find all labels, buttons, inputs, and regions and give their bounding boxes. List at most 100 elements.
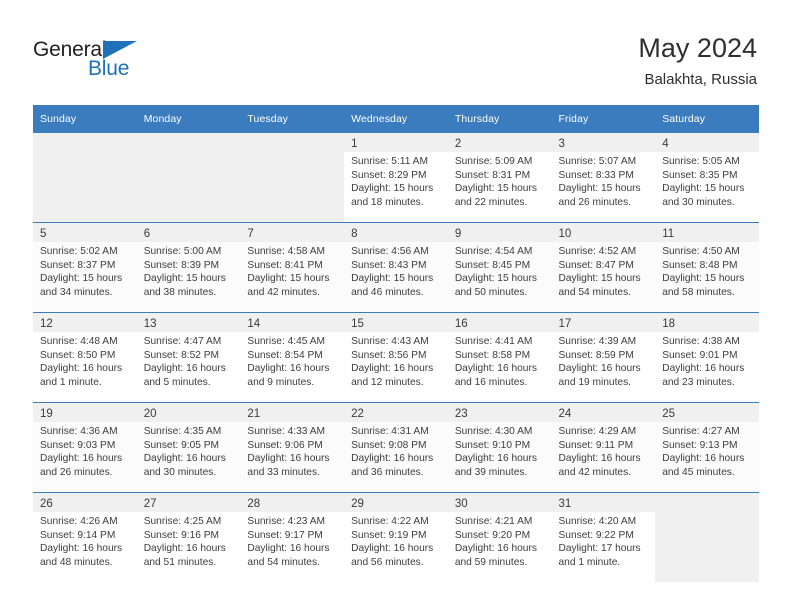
calendar-day-cell[interactable]: 26 Sunrise: 4:26 AM Sunset: 9:14 PM Dayligh… (33, 492, 137, 582)
daylight-text-line1: Daylight: 15 hours (143, 273, 226, 285)
calendar-day-cell[interactable]: 15 Sunrise: 4:43 AM Sunset: 8:56 PM Dayligh… (344, 312, 448, 403)
sunrise-text: Sunrise: 5:00 AM (143, 246, 222, 257)
calendar-day-cell[interactable]: 23 Sunrise: 4:30 AM Sunset: 9:10 PM Dayligh… (447, 402, 552, 493)
day-detail-lines: Sunrise: 4:45 AM Sunset: 8:54 PM Daylight:… (240, 332, 344, 389)
calendar-day-cell[interactable]: 30 Sunrise: 4:21 AM Sunset: 9:20 PM Dayligh… (447, 492, 552, 582)
day-number-band: 15 (344, 313, 448, 332)
day-cell-inner: 13 Sunrise: 4:47 AM Sunset: 8:52 PM Dayligh… (136, 313, 241, 402)
day-cell-inner: 27 Sunrise: 4:25 AM Sunset: 9:16 PM Dayligh… (136, 493, 241, 582)
calendar-day-cell[interactable]: 14 Sunrise: 4:45 AM Sunset: 8:54 PM Dayligh… (240, 312, 345, 403)
sunrise-text: Sunrise: 4:45 AM (247, 336, 325, 347)
calendar-day-cell[interactable]: 1 Sunrise: 5:11 AM Sunset: 8:29 PM Daylight… (344, 132, 448, 223)
daylight-text-line2: and 1 minute. (40, 376, 102, 388)
calendar-day-cell[interactable]: 4 Sunrise: 5:05 AM Sunset: 8:35 PM Daylight… (655, 132, 759, 223)
calendar-day-cell[interactable]: 20 Sunrise: 4:35 AM Sunset: 9:05 PM Dayligh… (136, 402, 241, 493)
sunset-text: Sunset: 8:37 PM (40, 259, 116, 271)
calendar-day-cell[interactable]: 2 Sunrise: 5:09 AM Sunset: 8:31 PM Daylight… (447, 132, 552, 223)
day-cell-inner: 24 Sunrise: 4:29 AM Sunset: 9:11 PM Dayligh… (551, 403, 656, 492)
calendar-day-cell[interactable]: 7 Sunrise: 4:58 AM Sunset: 8:41 PM Daylight… (240, 222, 345, 313)
day-number-band: 28 (240, 493, 345, 512)
page-subtitle: Balakhta, Russia (644, 71, 757, 88)
daylight-text-line1: Daylight: 16 hours (662, 453, 745, 465)
sunrise-text: Sunrise: 4:52 AM (558, 246, 637, 257)
calendar-day-cell[interactable]: 22 Sunrise: 4:31 AM Sunset: 9:08 PM Dayligh… (344, 402, 448, 493)
sunrise-text: Sunrise: 4:50 AM (662, 246, 740, 257)
day-detail-lines: Sunrise: 4:48 AM Sunset: 8:50 PM Daylight:… (33, 332, 137, 389)
daylight-text-line1: Daylight: 15 hours (40, 273, 123, 285)
sunset-text: Sunset: 8:48 PM (662, 259, 738, 271)
calendar-day-cell[interactable]: 11 Sunrise: 4:50 AM Sunset: 8:48 PM Dayligh… (655, 222, 759, 313)
sunrise-text: Sunrise: 4:23 AM (247, 516, 325, 527)
sunrise-text: Sunrise: 4:22 AM (351, 516, 429, 527)
day-number-band: 23 (447, 403, 552, 422)
daylight-text-line2: and 1 minute. (558, 556, 621, 568)
daylight-text-line2: and 18 minutes. (351, 196, 424, 208)
day-cell-inner: 25 Sunrise: 4:27 AM Sunset: 9:13 PM Dayligh… (655, 403, 759, 492)
daylight-text-line1: Daylight: 15 hours (662, 273, 745, 285)
calendar-day-cell[interactable]: 18 Sunrise: 4:38 AM Sunset: 9:01 PM Dayligh… (655, 312, 759, 403)
daylight-text-line1: Daylight: 16 hours (143, 543, 226, 555)
day-detail-lines: Sunrise: 4:31 AM Sunset: 9:08 PM Daylight:… (344, 422, 448, 479)
daylight-text-line2: and 33 minutes. (247, 466, 320, 478)
calendar-day-cell[interactable]: 9 Sunrise: 4:54 AM Sunset: 8:45 PM Daylight… (447, 222, 552, 313)
day-number: 22 (351, 408, 364, 420)
day-number: 12 (40, 318, 53, 330)
day-number-band: 30 (447, 493, 552, 512)
calendar-day-cell[interactable]: 19 Sunrise: 4:36 AM Sunset: 9:03 PM Dayligh… (33, 402, 137, 493)
sunrise-text: Sunrise: 4:30 AM (454, 426, 533, 437)
calendar-day-cell[interactable]: 16 Sunrise: 4:41 AM Sunset: 8:58 PM Dayligh… (447, 312, 552, 403)
sunrise-text: Sunrise: 4:41 AM (454, 336, 533, 347)
daylight-text-line2: and 39 minutes. (454, 466, 528, 478)
sunset-text: Sunset: 9:20 PM (454, 529, 531, 541)
daylight-text-line1: Daylight: 16 hours (143, 363, 226, 375)
day-cell-inner: 19 Sunrise: 4:36 AM Sunset: 9:03 PM Dayligh… (33, 403, 137, 492)
calendar-day-cell[interactable]: 25 Sunrise: 4:27 AM Sunset: 9:13 PM Dayligh… (655, 402, 759, 493)
sunrise-text: Sunrise: 4:38 AM (662, 336, 740, 347)
day-detail-lines: Sunrise: 4:29 AM Sunset: 9:11 PM Daylight:… (552, 422, 656, 479)
day-number: 9 (454, 228, 462, 240)
calendar-day-cell[interactable]: 27 Sunrise: 4:25 AM Sunset: 9:16 PM Dayligh… (136, 492, 241, 582)
calendar-day-cell[interactable]: 10 Sunrise: 4:52 AM Sunset: 8:47 PM Dayligh… (551, 222, 656, 313)
day-number: 7 (247, 228, 254, 240)
calendar-day-cell[interactable]: 24 Sunrise: 4:29 AM Sunset: 9:11 PM Dayligh… (551, 402, 656, 493)
calendar-day-cell[interactable]: 8 Sunrise: 4:56 AM Sunset: 8:43 PM Daylight… (344, 222, 448, 313)
weekday-header-wednesday: Wednesday (344, 105, 448, 133)
calendar-day-cell[interactable]: 28 Sunrise: 4:23 AM Sunset: 9:17 PM Dayligh… (240, 492, 345, 582)
calendar-day-cell[interactable]: 5 Sunrise: 5:02 AM Sunset: 8:37 PM Daylight… (33, 222, 137, 313)
calendar-day-cell[interactable]: 12 Sunrise: 4:48 AM Sunset: 8:50 PM Dayligh… (33, 312, 137, 403)
calendar-day-cell[interactable]: 17 Sunrise: 4:39 AM Sunset: 8:59 PM Dayligh… (551, 312, 656, 403)
calendar-day-cell[interactable]: 3 Sunrise: 5:07 AM Sunset: 8:33 PM Daylight… (551, 132, 656, 223)
day-cell-inner: 15 Sunrise: 4:43 AM Sunset: 8:56 PM Dayligh… (344, 313, 448, 402)
day-detail-lines: Sunrise: 4:23 AM Sunset: 9:17 PM Daylight:… (240, 512, 344, 569)
daylight-text-line1: Daylight: 16 hours (40, 453, 123, 465)
day-detail-lines: Sunrise: 4:41 AM Sunset: 8:58 PM Daylight:… (448, 332, 552, 389)
day-number-band: 10 (551, 223, 656, 242)
day-cell-inner: 16 Sunrise: 4:41 AM Sunset: 8:58 PM Dayligh… (447, 313, 552, 402)
sunset-text: Sunset: 9:10 PM (454, 439, 531, 451)
day-cell-inner: 4 Sunrise: 5:05 AM Sunset: 8:35 PM Daylight… (655, 133, 759, 222)
day-number: 28 (247, 498, 261, 510)
day-number-band: 31 (551, 493, 656, 512)
day-cell-inner: 30 Sunrise: 4:21 AM Sunset: 9:20 PM Dayligh… (447, 493, 552, 582)
day-cell-inner: 11 Sunrise: 4:50 AM Sunset: 8:48 PM Dayligh… (655, 223, 759, 312)
day-detail-lines: Sunrise: 4:36 AM Sunset: 9:03 PM Daylight:… (33, 422, 137, 479)
calendar-day-cell[interactable]: 21 Sunrise: 4:33 AM Sunset: 9:06 PM Dayligh… (240, 402, 345, 493)
day-detail-lines: Sunrise: 5:07 AM Sunset: 8:33 PM Daylight:… (552, 152, 656, 209)
sunset-text: Sunset: 9:06 PM (247, 439, 323, 451)
daylight-text-line1: Daylight: 15 hours (247, 273, 330, 285)
daylight-text-line1: Daylight: 16 hours (454, 543, 537, 555)
day-cell-inner: 29 Sunrise: 4:22 AM Sunset: 9:19 PM Dayligh… (344, 493, 448, 582)
calendar-day-cell[interactable]: 6 Sunrise: 5:00 AM Sunset: 8:39 PM Daylight… (136, 222, 241, 313)
calendar-week-row: 26 Sunrise: 4:26 AM Sunset: 9:14 PM Dayligh… (33, 492, 759, 582)
sunrise-text: Sunrise: 4:58 AM (247, 246, 325, 257)
calendar-day-cell[interactable]: 13 Sunrise: 4:47 AM Sunset: 8:52 PM Dayligh… (136, 312, 241, 403)
day-detail-lines: Sunrise: 4:47 AM Sunset: 8:52 PM Daylight:… (137, 332, 241, 389)
day-number-band: 26 (33, 493, 137, 512)
calendar-day-cell[interactable]: 29 Sunrise: 4:22 AM Sunset: 9:19 PM Dayligh… (344, 492, 448, 582)
daylight-text-line2: and 23 minutes. (662, 376, 735, 388)
day-detail-lines: Sunrise: 4:52 AM Sunset: 8:47 PM Daylight:… (552, 242, 656, 299)
day-detail-lines: Sunrise: 4:38 AM Sunset: 9:01 PM Daylight:… (655, 332, 759, 389)
day-number-band: 13 (136, 313, 241, 332)
day-number-band: 21 (240, 403, 345, 422)
calendar-day-cell[interactable]: 31 Sunrise: 4:20 AM Sunset: 9:22 PM Dayligh… (551, 492, 656, 582)
